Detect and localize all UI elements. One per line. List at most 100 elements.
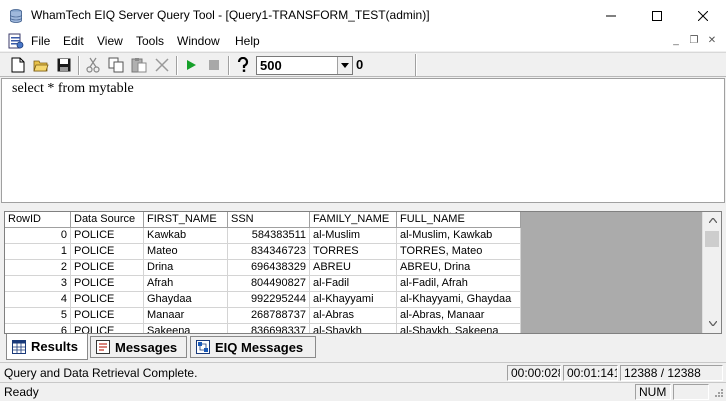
table-row[interactable]: 6 POLICE Sakeena 836698337 al-Shaykh al-Shayk… — [5, 324, 521, 333]
row-limit-dropdown-button[interactable] — [337, 57, 352, 74]
column-header-ssn[interactable]: SSN — [228, 212, 310, 228]
cell-data-source[interactable]: POLICE — [71, 228, 144, 244]
new-document-icon — [11, 57, 25, 73]
cell-family-name[interactable]: ABREU — [310, 260, 397, 276]
table-row[interactable]: 1 POLICE Mateo 834346723 TORRES TORRES, Mateo — [5, 244, 521, 260]
cell-data-source[interactable]: POLICE — [71, 308, 144, 324]
resize-grip-icon[interactable] — [712, 388, 724, 400]
scroll-thumb[interactable] — [705, 231, 719, 247]
cell-data-source[interactable]: POLICE — [71, 244, 144, 260]
menu-window[interactable]: Window — [177, 34, 220, 48]
results-tabs: Results Messages EIQ Messages — [0, 334, 726, 361]
cell-first-name[interactable]: Drina — [144, 260, 228, 276]
help-question-icon — [237, 57, 249, 72]
table-row[interactable]: 0 POLICE Kawkab 584383511 al-Muslim al-Muslim… — [5, 228, 521, 244]
cell-family-name[interactable]: al-Abras — [310, 308, 397, 324]
results-grid[interactable]: RowID Data Source FIRST_NAME SSN FAMILY_… — [4, 211, 722, 334]
row-count-label: 0 — [356, 57, 364, 72]
column-header-family-name[interactable]: FAMILY_NAME — [310, 212, 397, 228]
menu-help[interactable]: Help — [235, 34, 260, 48]
table-row[interactable]: 4 POLICE Ghaydaa 992295244 al-Khayyami al-Kha… — [5, 292, 521, 308]
cell-full-name[interactable]: al-Muslim, Kawkab — [397, 228, 521, 244]
cell-full-name[interactable]: ABREU, Drina — [397, 260, 521, 276]
execute-button[interactable] — [182, 56, 200, 74]
tab-messages[interactable]: Messages — [90, 336, 187, 358]
minimize-button[interactable] — [588, 0, 634, 31]
cell-ssn[interactable]: 804490827 — [228, 276, 310, 292]
cell-rowid[interactable]: 4 — [5, 292, 71, 308]
cell-rowid[interactable]: 3 — [5, 276, 71, 292]
menu-tools[interactable]: Tools — [136, 34, 164, 48]
maximize-button[interactable] — [634, 0, 680, 31]
chevron-down-icon — [708, 320, 717, 326]
pane-splitter[interactable] — [0, 204, 726, 211]
tab-results[interactable]: Results — [6, 334, 88, 360]
cell-full-name[interactable]: al-Fadil, Afrah — [397, 276, 521, 292]
column-header-full-name[interactable]: FULL_NAME — [397, 212, 521, 228]
cell-ssn[interactable]: 836698337 — [228, 324, 310, 333]
cell-family-name[interactable]: al-Muslim — [310, 228, 397, 244]
cell-ssn[interactable]: 992295244 — [228, 292, 310, 308]
cell-first-name[interactable]: Kawkab — [144, 228, 228, 244]
cell-full-name[interactable]: al-Shaykh, Sakeena — [397, 324, 521, 333]
cell-family-name[interactable]: TORRES — [310, 244, 397, 260]
scroll-up-button[interactable] — [703, 212, 721, 228]
open-button[interactable] — [32, 56, 50, 74]
save-button[interactable] — [55, 56, 73, 74]
mdi-minimize-button[interactable]: _ — [669, 34, 683, 48]
eiq-messages-icon — [196, 340, 210, 354]
scroll-down-button[interactable] — [703, 315, 721, 331]
cell-rowid[interactable]: 1 — [5, 244, 71, 260]
column-header-rowid[interactable]: RowID — [5, 212, 71, 228]
cell-data-source[interactable]: POLICE — [71, 324, 144, 333]
cell-data-source[interactable]: POLICE — [71, 292, 144, 308]
grid-vertical-scrollbar[interactable] — [702, 212, 721, 333]
cell-first-name[interactable]: Ghaydaa — [144, 292, 228, 308]
table-row[interactable]: 3 POLICE Afrah 804490827 al-Fadil al-Fadil, A… — [5, 276, 521, 292]
cut-button[interactable] — [84, 56, 102, 74]
cell-rowid[interactable]: 5 — [5, 308, 71, 324]
close-button[interactable] — [680, 0, 726, 31]
delete-button[interactable] — [153, 56, 171, 74]
cell-rowid[interactable]: 6 — [5, 324, 71, 333]
new-query-button[interactable] — [9, 56, 27, 74]
cell-family-name[interactable]: al-Fadil — [310, 276, 397, 292]
stop-button[interactable] — [205, 56, 223, 74]
menu-view[interactable]: View — [97, 34, 123, 48]
menu-edit[interactable]: Edit — [63, 34, 84, 48]
cell-first-name[interactable]: Sakeena — [144, 324, 228, 333]
cell-data-source[interactable]: POLICE — [71, 260, 144, 276]
status-message: Query and Data Retrieval Complete. — [4, 366, 198, 380]
query-document-icon[interactable] — [8, 33, 24, 49]
cell-family-name[interactable]: al-Shaykh — [310, 324, 397, 333]
cell-ssn[interactable]: 268788737 — [228, 308, 310, 324]
cell-ssn[interactable]: 584383511 — [228, 228, 310, 244]
column-header-data-source[interactable]: Data Source — [71, 212, 144, 228]
cell-ssn[interactable]: 696438329 — [228, 260, 310, 276]
cell-first-name[interactable]: Mateo — [144, 244, 228, 260]
cell-first-name[interactable]: Manaar — [144, 308, 228, 324]
chevron-down-icon — [341, 63, 349, 68]
copy-button[interactable] — [107, 56, 125, 74]
cell-data-source[interactable]: POLICE — [71, 276, 144, 292]
query-text[interactable]: select * from mytable — [12, 81, 134, 97]
cell-full-name[interactable]: TORRES, Mateo — [397, 244, 521, 260]
cell-first-name[interactable]: Afrah — [144, 276, 228, 292]
cell-ssn[interactable]: 834346723 — [228, 244, 310, 260]
cell-full-name[interactable]: al-Abras, Manaar — [397, 308, 521, 324]
menu-file[interactable]: File — [31, 34, 50, 48]
cell-rowid[interactable]: 2 — [5, 260, 71, 276]
table-row[interactable]: 5 POLICE Manaar 268788737 al-Abras al-Abras, … — [5, 308, 521, 324]
help-button[interactable] — [234, 56, 252, 74]
paste-button[interactable] — [130, 56, 148, 74]
table-row[interactable]: 2 POLICE Drina 696438329 ABREU ABREU, Drina — [5, 260, 521, 276]
column-header-first-name[interactable]: FIRST_NAME — [144, 212, 228, 228]
cell-full-name[interactable]: al-Khayyami, Ghaydaa — [397, 292, 521, 308]
tab-eiq-messages[interactable]: EIQ Messages — [190, 336, 316, 358]
mdi-close-button[interactable]: ✕ — [705, 34, 719, 48]
mdi-restore-button[interactable]: ❐ — [687, 34, 701, 48]
cell-rowid[interactable]: 0 — [5, 228, 71, 244]
query-editor[interactable]: select * from mytable — [1, 78, 725, 203]
row-limit-combobox[interactable]: 500 — [256, 56, 353, 75]
cell-family-name[interactable]: al-Khayyami — [310, 292, 397, 308]
